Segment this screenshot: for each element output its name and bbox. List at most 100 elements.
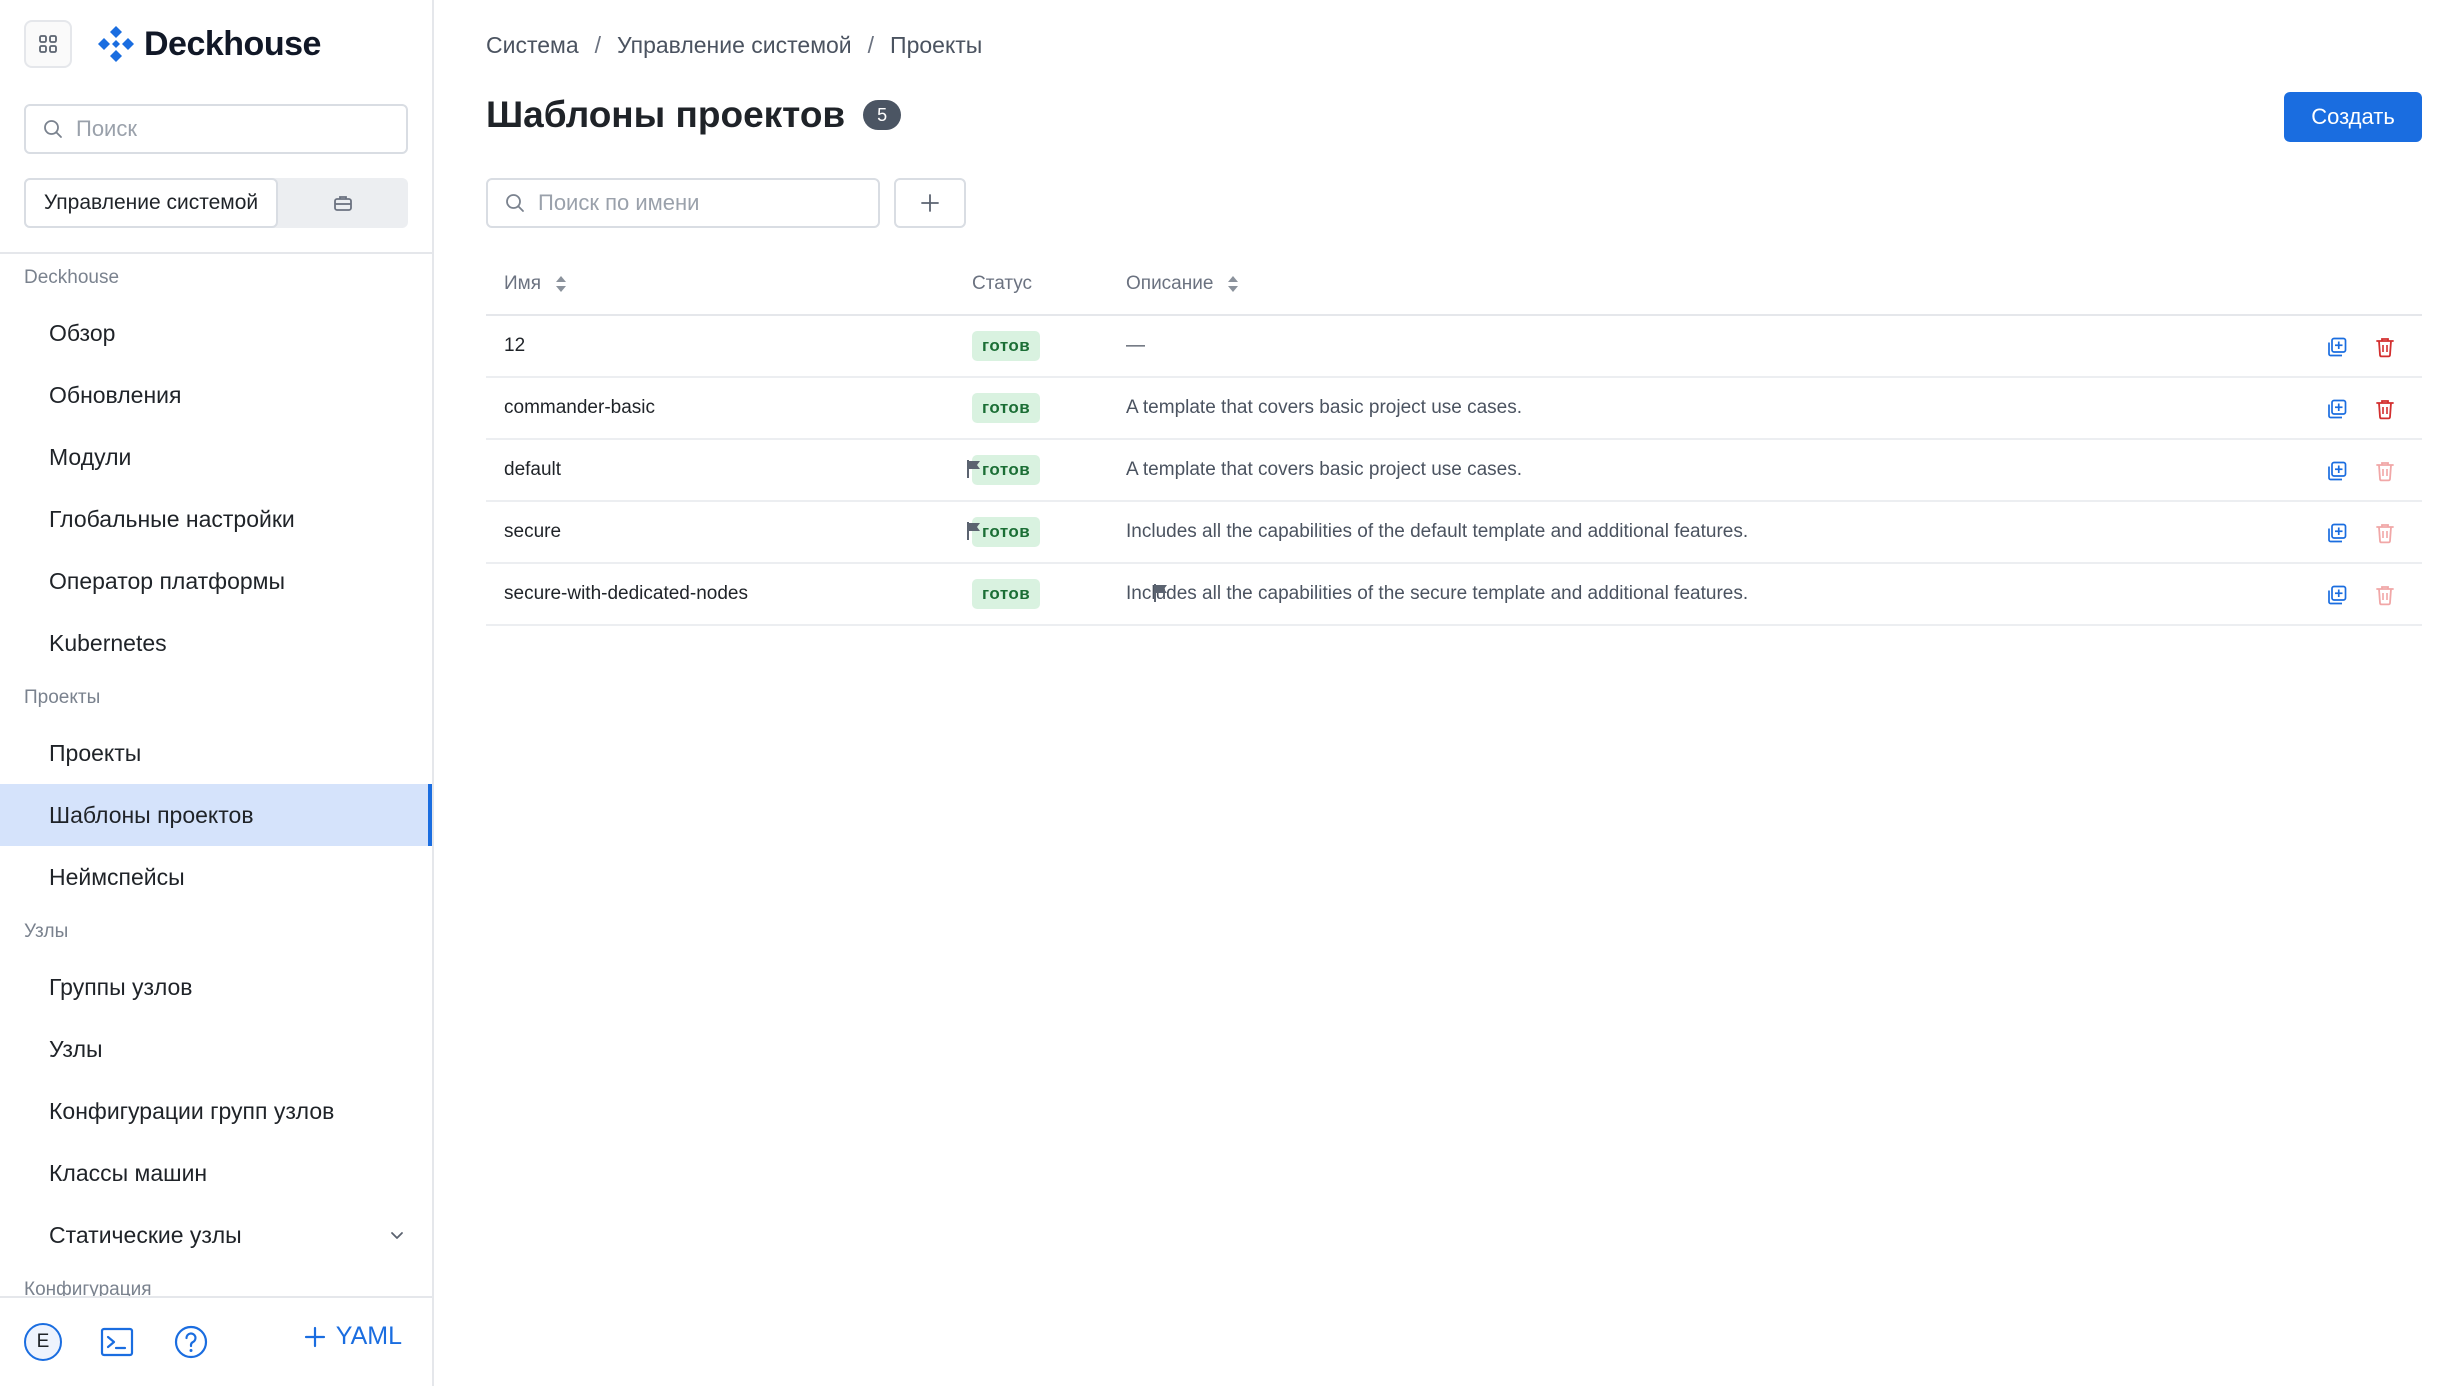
sort-icon <box>556 276 567 292</box>
sidebar-item-global-settings[interactable]: Глобальные настройки <box>0 488 432 550</box>
table-body: 12 готов — commander-basic готов A template t… <box>486 316 2422 626</box>
mode-switcher: Управление системой <box>24 178 408 228</box>
app-switcher-button[interactable] <box>24 20 72 68</box>
delete-button <box>2372 582 2398 608</box>
sidebar-item-nodes[interactable]: Узлы <box>0 1018 432 1080</box>
row-name[interactable]: commander-basic <box>504 397 655 419</box>
column-header-description[interactable]: Описание <box>1126 273 2422 295</box>
flag-icon <box>1153 584 1167 602</box>
count-badge: 5 <box>863 100 902 130</box>
logo[interactable]: Deckhouse <box>96 24 321 64</box>
sort-icon <box>1228 276 1239 292</box>
grid-icon <box>39 35 57 53</box>
briefcase-icon <box>334 196 352 211</box>
sidebar-item-updates[interactable]: Обновления <box>0 364 432 426</box>
duplicate-button[interactable] <box>2324 458 2350 484</box>
name-search-input[interactable]: Поиск по имени <box>486 178 880 228</box>
row-name-cell: secure-with-dedicated-nodes <box>486 583 1167 605</box>
duplicate-button[interactable] <box>2324 334 2350 360</box>
sidebar-search-placeholder: Поиск <box>76 116 137 141</box>
row-actions <box>2302 582 2398 608</box>
nav-group-projects: Проекты <box>24 687 101 708</box>
row-actions <box>2302 520 2398 546</box>
duplicate-button[interactable] <box>2324 582 2350 608</box>
sidebar-item-kubernetes[interactable]: Kubernetes <box>0 612 432 674</box>
table-row[interactable]: secure готов Includes all the capabilities… <box>486 502 2422 564</box>
row-name[interactable]: default <box>504 459 561 481</box>
duplicate-icon <box>2328 523 2347 543</box>
breadcrumb-item-projects[interactable]: Проекты <box>890 32 982 59</box>
sidebar-search-input[interactable]: Поиск <box>24 104 408 154</box>
page-title: Шаблоны проектов <box>486 94 846 135</box>
breadcrumb-separator: / <box>867 32 875 58</box>
breadcrumb-item-system-management[interactable]: Управление системой <box>617 32 852 59</box>
row-description: Includes all the capabilities of the def… <box>1126 521 1749 542</box>
row-status-cell: готов <box>972 579 1126 609</box>
nav-group-deckhouse: Deckhouse <box>24 267 120 288</box>
row-description: Includes all the capabilities of the sec… <box>1126 583 1749 604</box>
trash-icon <box>2376 586 2394 606</box>
sidebar-item-static-nodes-label: Статические узлы <box>49 1221 242 1248</box>
sidebar-item-projects[interactable]: Проекты <box>0 722 432 784</box>
sidebar-item-project-templates[interactable]: Шаблоны проектов <box>0 784 432 846</box>
status-badge: готов <box>972 579 1041 609</box>
sidebar-item-node-group-configurations[interactable]: Конфигурации групп узлов <box>0 1080 432 1142</box>
plus-icon <box>921 194 939 212</box>
add-yaml-label: YAML <box>335 1322 402 1350</box>
duplicate-button[interactable] <box>2324 396 2350 422</box>
row-name[interactable]: 12 <box>504 335 525 357</box>
add-filter-button[interactable] <box>894 178 966 228</box>
duplicate-icon <box>2328 399 2347 419</box>
create-button[interactable]: Создать <box>2284 92 2422 142</box>
sidebar-item-node-groups[interactable]: Группы узлов <box>0 956 432 1018</box>
table-row[interactable]: secure-with-dedicated-nodes готов Includes… <box>486 564 2422 626</box>
templates-table: Имя Статус Описание 12 готов — commander-ba… <box>486 254 2422 626</box>
row-actions <box>2302 458 2398 484</box>
table-row[interactable]: 12 готов — <box>486 316 2422 378</box>
sidebar-item-overview[interactable]: Обзор <box>0 302 432 364</box>
filter-bar: Поиск по имени <box>486 178 966 228</box>
column-header-name-label: Имя <box>504 273 542 294</box>
trash-icon <box>2376 400 2394 420</box>
page-header: Шаблоны проектов 5 <box>486 94 902 136</box>
chevron-down-icon <box>391 1232 403 1239</box>
user-avatar[interactable]: E <box>24 1323 62 1361</box>
breadcrumb-item-system[interactable]: Система <box>486 32 579 59</box>
sidebar-item-modules[interactable]: Модули <box>0 426 432 488</box>
status-badge: готов <box>972 393 1041 423</box>
duplicate-icon <box>2328 337 2347 357</box>
deckhouse-logo-icon <box>98 26 134 62</box>
sidebar-item-namespaces[interactable]: Неймспейсы <box>0 846 432 908</box>
row-description: A template that covers basic project use… <box>1126 459 1523 480</box>
segment-projects[interactable] <box>278 178 408 228</box>
add-yaml-button[interactable]: YAML <box>302 1322 402 1351</box>
duplicate-icon <box>2328 585 2347 605</box>
delete-button[interactable] <box>2372 396 2398 422</box>
row-description: — <box>1126 335 1145 356</box>
sidebar-item-platform-operator[interactable]: Оператор платформы <box>0 550 432 612</box>
delete-button[interactable] <box>2372 334 2398 360</box>
row-name[interactable]: secure-with-dedicated-nodes <box>504 583 748 605</box>
table-row[interactable]: commander-basic готов A template that cove… <box>486 378 2422 440</box>
sidebar-item-machine-classes[interactable]: Классы машин <box>0 1142 432 1204</box>
table-row[interactable]: default готов A template that covers basic… <box>486 440 2422 502</box>
trash-icon <box>2376 462 2394 482</box>
status-badge: готов <box>972 331 1041 361</box>
row-name-cell: commander-basic <box>486 397 972 419</box>
sidebar-nav: Deckhouse Обзор Обновления Модули Глобал… <box>0 254 432 1300</box>
terminal-icon <box>100 1327 134 1357</box>
help-icon <box>174 1325 208 1359</box>
delete-button <box>2372 520 2398 546</box>
duplicate-button[interactable] <box>2324 520 2350 546</box>
row-actions <box>2302 334 2398 360</box>
row-description: A template that covers basic project use… <box>1126 397 1523 418</box>
column-header-name[interactable]: Имя <box>486 273 972 295</box>
help-button[interactable] <box>172 1323 210 1361</box>
row-name[interactable]: secure <box>504 521 561 543</box>
segment-system-management[interactable]: Управление системой <box>24 178 278 228</box>
search-icon <box>506 194 524 212</box>
row-actions <box>2302 396 2398 422</box>
terminal-button[interactable] <box>98 1323 136 1361</box>
main-content: Система / Управление системой / Проекты … <box>434 0 2464 1386</box>
sidebar-item-static-nodes[interactable]: Статические узлы <box>0 1204 432 1266</box>
